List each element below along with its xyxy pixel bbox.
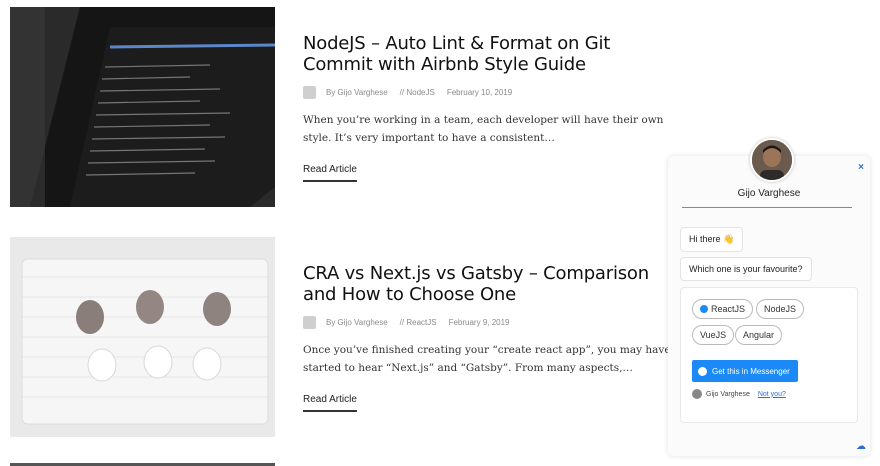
messenger-icon (698, 366, 707, 376)
article-author[interactable]: By Gijo Varghese (326, 88, 388, 97)
chat-message: Which one is your favourite? (680, 257, 812, 281)
messenger-logo-icon[interactable]: ☁ (856, 441, 866, 452)
close-icon[interactable]: × (858, 162, 864, 173)
agent-avatar (750, 138, 794, 182)
author-avatar (303, 316, 316, 329)
article-thumbnail-eggs[interactable] (10, 237, 275, 437)
chat-message: Hi there 👋 (680, 227, 744, 252)
article-date: February 10, 2019 (446, 88, 513, 97)
current-user-row: Gijo Varghese Not you? (692, 389, 786, 399)
article-date: February 9, 2019 (448, 318, 510, 327)
quick-reply-vuejs[interactable]: VueJS (692, 325, 735, 345)
user-avatar (692, 389, 702, 399)
quick-replies-panel: ReactJS NodeJS VueJS Angular Get this in… (680, 287, 858, 423)
read-article-link[interactable]: Read Article (303, 394, 357, 412)
current-user-name: Gijo Varghese (706, 390, 750, 398)
article-excerpt: When you’re working in a team, each deve… (303, 114, 664, 144)
article-title[interactable]: CRA vs Next.js vs Gatsby – Comparison an… (303, 263, 673, 305)
agent-name: Gijo Varghese (737, 188, 801, 199)
author-avatar (303, 86, 316, 99)
messenger-icon (700, 305, 708, 313)
article-content: CRA vs Next.js vs Gatsby – Comparison an… (303, 237, 673, 412)
messenger-button-label: Get this in Messenger (712, 366, 790, 376)
article-category[interactable]: // ReactJS (400, 318, 437, 327)
quick-reply-nodejs[interactable]: NodeJS (756, 299, 805, 319)
quick-reply-reactjs[interactable]: ReactJS (692, 299, 754, 319)
article-thumbnail-laptop[interactable] (10, 7, 275, 207)
article-author[interactable]: By Gijo Varghese (326, 318, 388, 327)
divider (682, 207, 852, 208)
article-excerpt: Once you’ve finished creating your “crea… (303, 344, 671, 374)
article-title[interactable]: NodeJS – Auto Lint & Format on Git Commi… (303, 33, 673, 75)
article-meta: By Gijo Varghese // NodeJS February 10, … (303, 86, 673, 99)
quick-reply-angular[interactable]: Angular (735, 325, 783, 345)
not-you-link[interactable]: Not you? (758, 391, 786, 398)
article-card: NodeJS – Auto Lint & Format on Git Commi… (10, 7, 670, 207)
article-content: NodeJS – Auto Lint & Format on Git Commi… (303, 7, 673, 182)
article-category[interactable]: // NodeJS (400, 88, 435, 97)
quick-reply-label: ReactJS (711, 304, 746, 314)
article-card: CRA vs Next.js vs Gatsby – Comparison an… (10, 237, 673, 437)
read-article-link[interactable]: Read Article (303, 164, 357, 182)
messenger-chat-widget: × Gijo Varghese Hi there 👋 Which one is … (668, 138, 870, 456)
article-meta: By Gijo Varghese // ReactJS February 9, … (303, 316, 673, 329)
get-in-messenger-button[interactable]: Get this in Messenger (692, 360, 798, 382)
